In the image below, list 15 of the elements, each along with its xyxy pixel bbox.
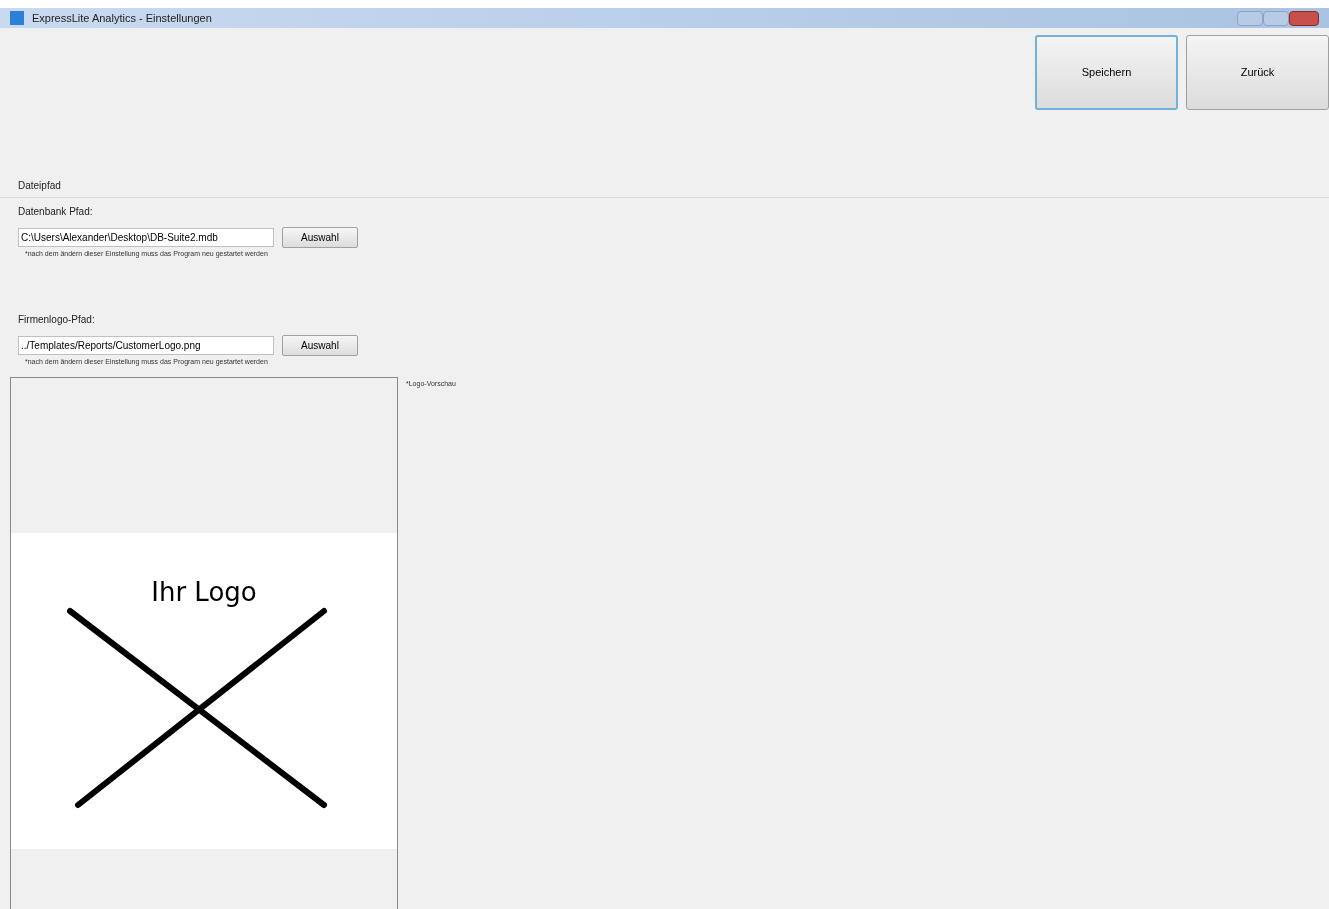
path-field[interactable]: ../Templates/Reports/CustomerLogo.png bbox=[18, 335, 274, 355]
browse-button[interactable]: Auswahl bbox=[282, 227, 358, 248]
app-icon bbox=[10, 11, 24, 25]
browse-button[interactable]: Auswahl bbox=[282, 334, 358, 356]
path-field[interactable]: C:\Users\Alexander\Desktop\DB-Suite2.mdb bbox=[18, 228, 274, 247]
field-label: Firmenlogo-Pfad: bbox=[18, 312, 96, 327]
section-title: Dateipfad bbox=[18, 179, 61, 193]
minimize-button[interactable] bbox=[1237, 10, 1263, 26]
logo-placeholder-text: Ihr Logo bbox=[151, 576, 257, 609]
cross-icon bbox=[66, 607, 328, 809]
toolbar-button[interactable]: Speichern bbox=[1035, 35, 1178, 110]
close-button[interactable] bbox=[1289, 10, 1319, 26]
toolbar-button[interactable]: Zurück bbox=[1186, 35, 1329, 110]
field-label: Datenbank Pfad: bbox=[18, 205, 94, 219]
window-title: ExpressLite Analytics - Einstellungen bbox=[32, 10, 212, 26]
